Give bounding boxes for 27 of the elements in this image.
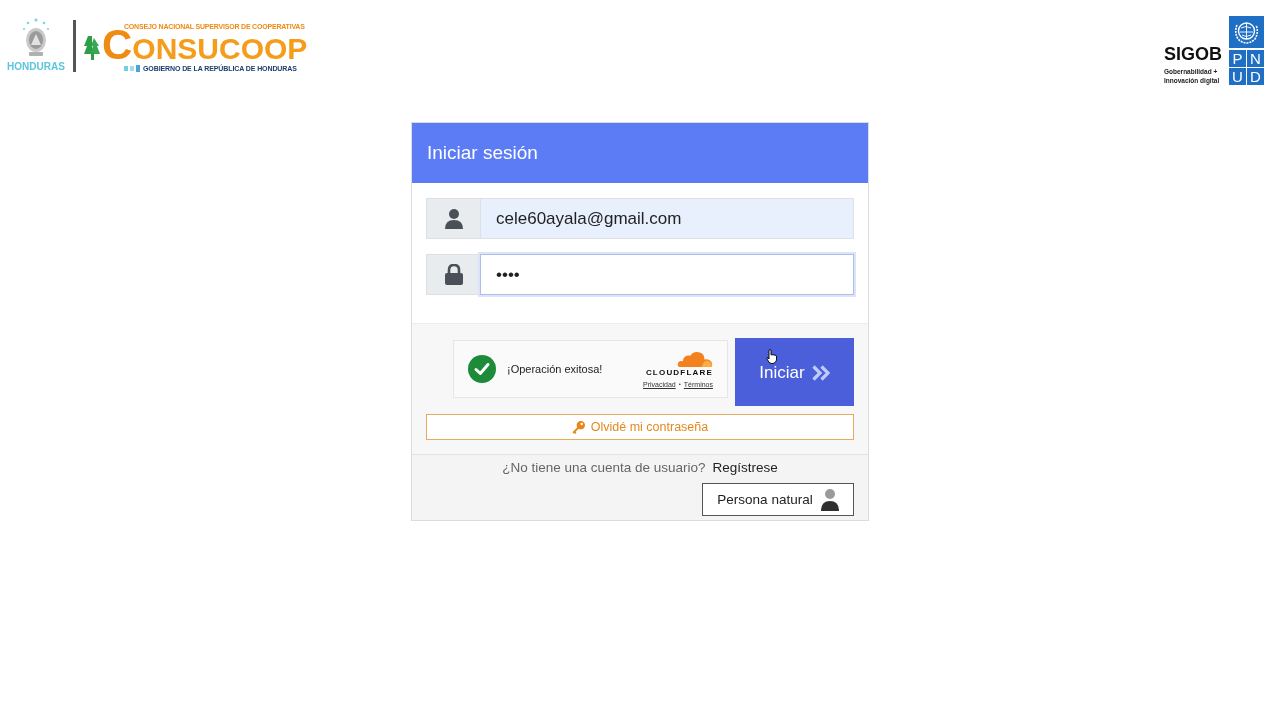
logo-letter: N [1247,50,1264,67]
captcha-brand: CLOUDFLARE [645,367,713,378]
account-type-button[interactable]: Persona natural [702,483,854,516]
register-link[interactable]: Regístrese [712,460,778,475]
user-icon [444,208,463,229]
squares-icon [124,65,140,72]
card-title: Iniciar sesión [427,142,538,164]
logo-letter: U [1229,68,1246,85]
logo-name: SIGOB [1164,45,1222,63]
key-icon [571,420,585,434]
captcha-status: ¡Operación exitosa! [507,363,603,375]
emblem-icon [22,18,50,58]
register-prompt: ¿No tiene una cuenta de usuario? [502,460,706,475]
logo-letter: D [1247,68,1264,85]
org-name: CONSUCOOP [102,29,308,65]
password-field[interactable]: •••• [480,254,854,295]
submit-button[interactable]: Iniciar [735,338,854,406]
country-name: HONDURAS [7,61,65,72]
lock-icon [444,264,463,285]
logo-letter: P [1229,50,1246,67]
tree-icon [84,34,100,60]
double-chevron-icon [811,365,830,381]
globe-wreath-icon [1229,16,1264,48]
person-icon [820,488,839,511]
hand-cursor-icon [766,349,777,364]
email-field[interactable]: cele60ayala@gmail.com [480,198,854,239]
cloud-icon [677,349,713,367]
